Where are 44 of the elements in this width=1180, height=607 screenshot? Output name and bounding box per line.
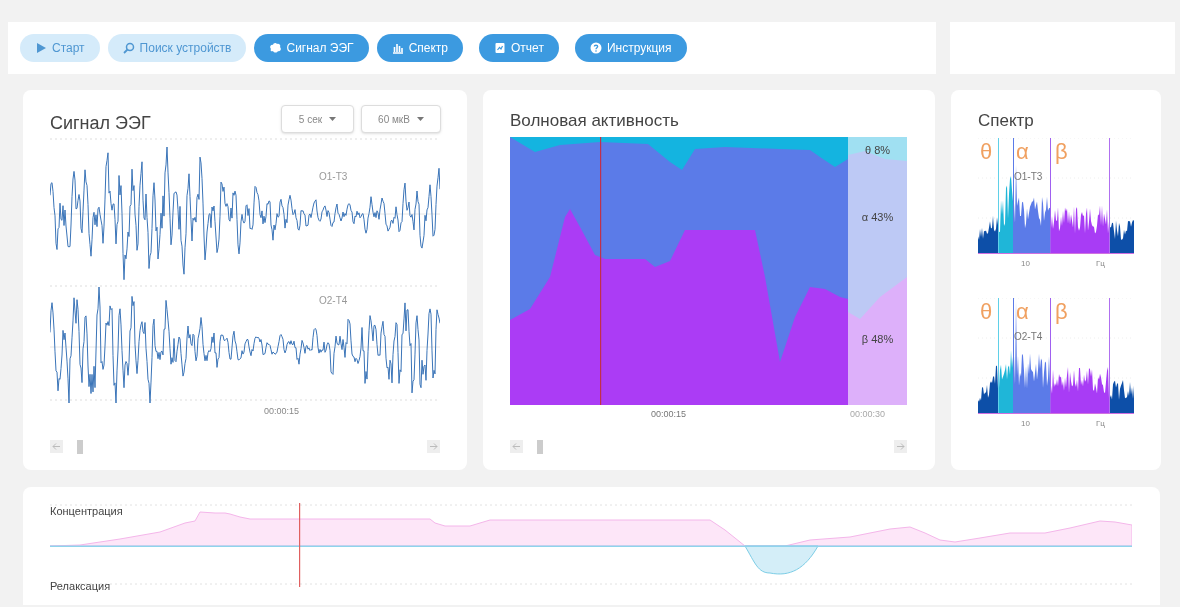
dropdown[interactable]: 5 сек <box>281 105 354 133</box>
axis-label: 10 <box>1021 258 1030 270</box>
channel-label: O2-T4 <box>1014 330 1043 344</box>
band-letter: β <box>1055 301 1068 323</box>
scroll-thumb[interactable] <box>77 440 83 454</box>
scroll-left-button[interactable] <box>510 440 523 453</box>
time-label: 00:00:15 <box>651 408 687 421</box>
spectrum-button[interactable]: Спектр <box>376 34 464 62</box>
channel-label: O1-T3 <box>319 170 348 184</box>
band-label: β 48% <box>860 332 895 347</box>
panel-title: Спектр <box>978 110 1034 132</box>
instructions-button[interactable]: Инструкция <box>574 34 687 62</box>
caret-icon <box>416 117 424 121</box>
bar-chart-icon <box>391 42 404 54</box>
eeg-signal-button[interactable]: Сигнал ЭЭГ <box>254 34 369 62</box>
axis-label: Гц <box>1096 258 1105 270</box>
axis-label: 10 <box>1021 418 1030 430</box>
help-icon <box>589 42 602 54</box>
panel-title: Сигнал ЭЭГ <box>50 112 151 135</box>
time-label: 00:00:15 <box>264 405 300 418</box>
document-icon <box>494 42 507 54</box>
play-icon <box>35 42 47 54</box>
search-icon <box>122 42 135 54</box>
band-letter: β <box>1055 141 1068 163</box>
band-letter: α <box>1016 301 1029 323</box>
scroll-left-button[interactable] <box>50 440 63 453</box>
report-button[interactable]: Отчет <box>479 34 559 62</box>
concentration-label: Концентрация <box>50 504 123 519</box>
channel-label: O1-T3 <box>1014 170 1043 184</box>
dropdown[interactable]: 60 мкВ <box>361 105 441 133</box>
band-label: θ 8% <box>863 143 892 158</box>
axis-label: Гц <box>1096 418 1105 430</box>
band-label: α 43% <box>860 210 895 225</box>
channel-label: O2-T4 <box>319 294 348 308</box>
scroll-right-button[interactable] <box>894 440 907 453</box>
time-label: 00:00:30 <box>850 408 886 421</box>
caret-icon <box>329 117 337 121</box>
relaxation-label: Релаксация <box>50 579 111 594</box>
band-letter: α <box>1016 141 1029 163</box>
band-letter: θ <box>980 141 993 163</box>
scroll-right-button[interactable] <box>427 440 440 453</box>
panel-title: Волновая активность <box>510 110 679 132</box>
scroll-thumb[interactable] <box>537 440 543 454</box>
band-letter: θ <box>980 301 993 323</box>
